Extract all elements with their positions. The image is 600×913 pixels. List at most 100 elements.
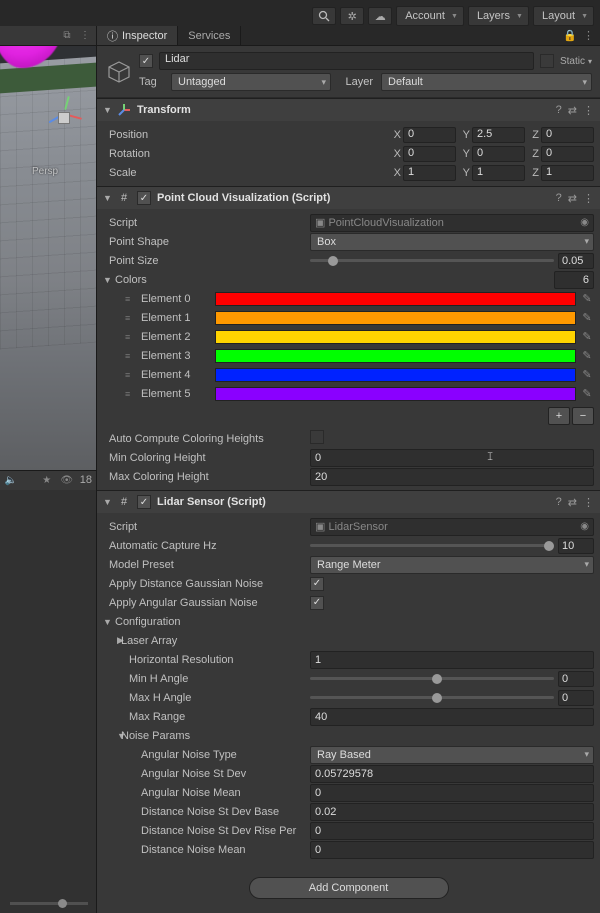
foldout-icon[interactable]: ▼ [103, 105, 111, 115]
static-checkbox[interactable] [540, 54, 554, 68]
point-shape-dropdown[interactable]: Box [310, 233, 594, 251]
drag-handle-icon[interactable]: ≡ [125, 313, 137, 323]
color-swatch[interactable] [215, 292, 576, 306]
visibility-icon[interactable]: 👁 [60, 473, 74, 487]
capture-hz-value[interactable]: 10 [558, 538, 594, 554]
pcv-script-field[interactable]: ▣ PointCloudVisualization◉ [310, 214, 594, 232]
eyedropper-icon[interactable]: ✎ [580, 330, 594, 343]
tab-inspector[interactable]: ⓘ Inspector [97, 26, 178, 45]
lidar-header[interactable]: ▼ # ✓ Lidar Sensor (Script) ? ⇄ ⋮ [97, 491, 600, 513]
color-swatch[interactable] [215, 387, 576, 401]
zoom-slider[interactable] [10, 902, 88, 905]
position-y-input[interactable]: 2.5 [472, 127, 525, 143]
orientation-gizmo[interactable] [44, 98, 84, 138]
eyedropper-icon[interactable]: ✎ [580, 368, 594, 381]
color-swatch[interactable] [215, 368, 576, 382]
eyedropper-icon[interactable]: ✎ [580, 292, 594, 305]
dist-std-base-input[interactable]: 0.02 [310, 803, 594, 821]
foldout-icon[interactable]: ▼ [103, 193, 111, 203]
preset-icon[interactable]: ⇄ [568, 496, 577, 509]
eyedropper-icon[interactable]: ✎ [580, 349, 594, 362]
color-swatch[interactable] [215, 311, 576, 325]
kebab-icon[interactable]: ⋮ [583, 104, 594, 117]
object-picker-icon[interactable]: ◉ [580, 521, 589, 532]
gizmo-center[interactable] [58, 112, 70, 124]
kebab-icon[interactable]: ⋮ [583, 29, 594, 42]
cloud-icon[interactable]: ☁ [368, 7, 392, 25]
point-size-slider[interactable]: 0.05 [310, 253, 594, 269]
foldout-icon[interactable]: ▼ [103, 497, 111, 507]
foldout-icon[interactable]: ▼ [103, 617, 111, 627]
scale-z-input[interactable]: 1 [541, 165, 594, 181]
maxrange-input[interactable]: 40 [310, 708, 594, 726]
apply-ang-noise-checkbox[interactable]: ✓ [310, 596, 324, 610]
kebab-icon[interactable]: ⋮ [583, 192, 594, 205]
hres-input[interactable]: 1 [310, 651, 594, 669]
object-picker-icon[interactable]: ◉ [580, 217, 589, 228]
help-icon[interactable]: ? [556, 104, 562, 117]
layers-dropdown[interactable]: Layers [468, 6, 529, 26]
position-x-input[interactable]: 0 [403, 127, 456, 143]
pcv-header[interactable]: ▼ # ✓ Point Cloud Visualization (Script)… [97, 187, 600, 209]
lighting-icon[interactable]: ✲ [340, 7, 364, 25]
add-component-button[interactable]: Add Component [249, 877, 449, 899]
eyedropper-icon[interactable]: ✎ [580, 311, 594, 324]
drag-handle-icon[interactable]: ≡ [125, 370, 137, 380]
gizmo-x-axis[interactable] [68, 114, 82, 120]
layout-dropdown[interactable]: Layout [533, 6, 594, 26]
rotation-x-input[interactable]: 0 [403, 146, 456, 162]
position-z-input[interactable]: 0 [541, 127, 594, 143]
foldout-icon[interactable]: ▼ [103, 275, 111, 285]
maxh-value[interactable]: 0 [558, 690, 594, 706]
scale-x-input[interactable]: 1 [403, 165, 456, 181]
favorite-icon[interactable]: ★ [40, 473, 54, 487]
audio-icon[interactable]: 🔈 [4, 473, 18, 487]
dist-mean-input[interactable]: 0 [310, 841, 594, 859]
apply-dist-noise-checkbox[interactable]: ✓ [310, 577, 324, 591]
rotation-y-input[interactable]: 0 [472, 146, 525, 162]
kebab-icon[interactable]: ⋮ [78, 29, 92, 43]
remove-color-button[interactable]: − [572, 407, 594, 425]
foldout-icon[interactable]: ▼ [103, 731, 117, 741]
tag-dropdown[interactable]: Untagged [171, 73, 331, 91]
add-color-button[interactable]: + [548, 407, 570, 425]
auto-compute-checkbox[interactable] [310, 430, 324, 444]
maxh-slider[interactable]: 0 [310, 690, 594, 706]
model-preset-dropdown[interactable]: Range Meter [310, 556, 594, 574]
scale-y-input[interactable]: 1 [472, 165, 525, 181]
color-swatch[interactable] [215, 330, 576, 344]
lidar-script-field[interactable]: ▣ LidarSensor◉ [310, 518, 594, 536]
lock-icon[interactable]: 🔒 [563, 29, 577, 42]
drag-handle-icon[interactable]: ≡ [125, 294, 137, 304]
dist-std-rise-input[interactable]: 0 [310, 822, 594, 840]
gameobject-icon[interactable] [105, 58, 133, 86]
popout-icon[interactable]: ⧉ [60, 29, 74, 43]
tab-services[interactable]: Services [178, 26, 241, 45]
gameobject-name-input[interactable]: Lidar [159, 52, 534, 70]
search-icon[interactable] [312, 7, 336, 25]
static-dropdown[interactable]: Static ▾ [560, 56, 592, 67]
minh-slider[interactable]: 0 [310, 671, 594, 687]
preset-icon[interactable]: ⇄ [568, 192, 577, 205]
kebab-icon[interactable]: ⋮ [583, 496, 594, 509]
ang-mean-input[interactable]: 0 [310, 784, 594, 802]
drag-handle-icon[interactable]: ≡ [125, 351, 137, 361]
gizmo-y-axis[interactable] [64, 96, 70, 110]
rotation-z-input[interactable]: 0 [541, 146, 594, 162]
capture-hz-slider[interactable]: 10 [310, 538, 594, 554]
minh-value[interactable]: 0 [558, 671, 594, 687]
eyedropper-icon[interactable]: ✎ [580, 387, 594, 400]
help-icon[interactable]: ? [556, 192, 562, 205]
color-swatch[interactable] [215, 349, 576, 363]
pcv-enabled-checkbox[interactable]: ✓ [137, 191, 151, 205]
help-icon[interactable]: ? [556, 496, 562, 509]
max-coloring-height-input[interactable]: 20 [310, 468, 594, 486]
point-size-value[interactable]: 0.05 [558, 253, 594, 269]
colors-count-input[interactable]: 6 [554, 271, 594, 289]
min-coloring-height-input[interactable]: 0 [310, 449, 594, 467]
layer-dropdown[interactable]: Default [381, 73, 592, 91]
drag-handle-icon[interactable]: ≡ [125, 332, 137, 342]
scene-view[interactable]: Persp [0, 46, 96, 470]
ang-std-input[interactable]: 0.05729578 [310, 765, 594, 783]
account-dropdown[interactable]: Account [396, 6, 464, 26]
